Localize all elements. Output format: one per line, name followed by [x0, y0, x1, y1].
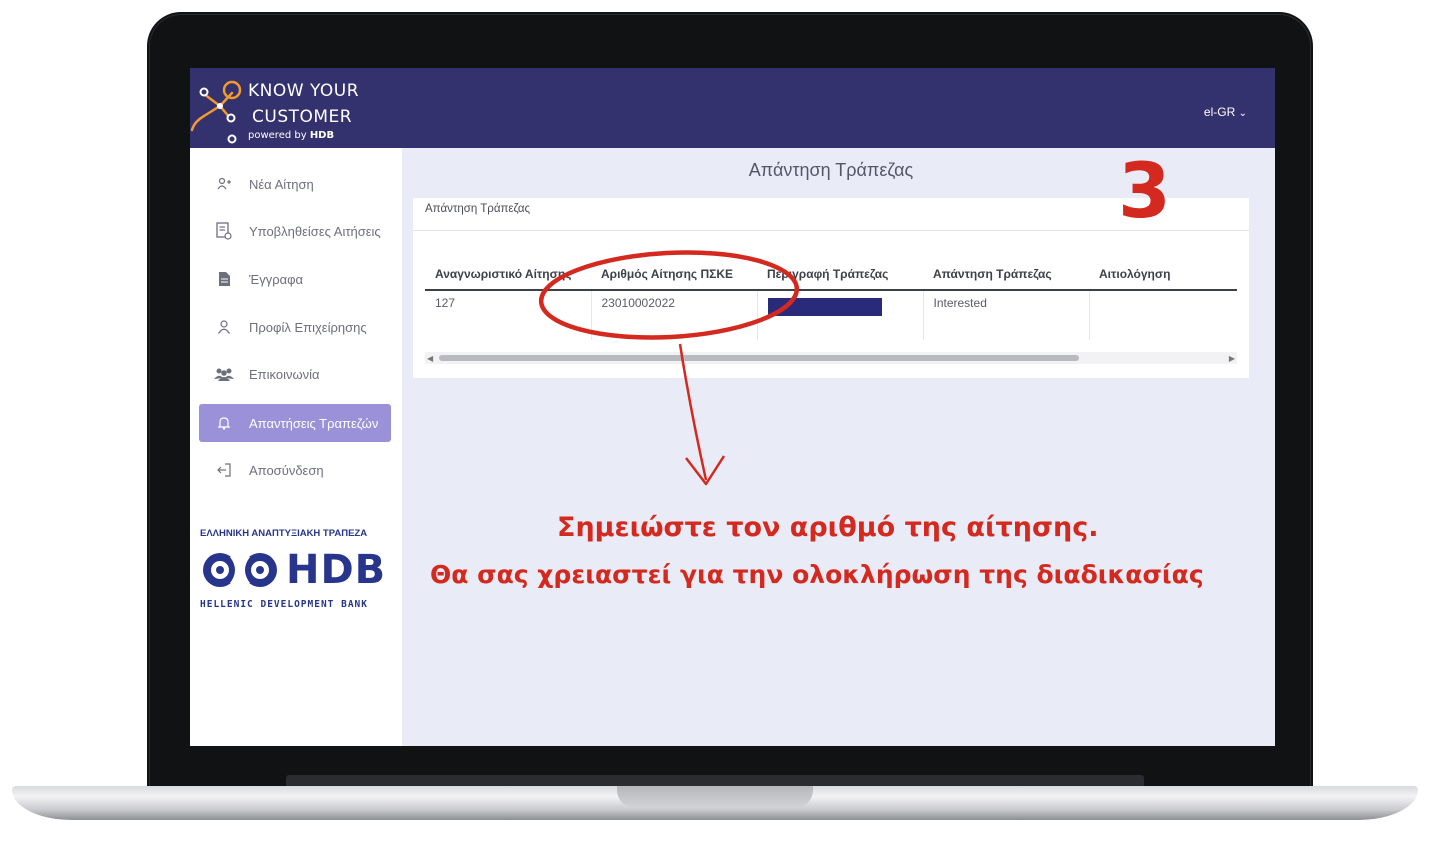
sidebar: Νέα Αίτηση Υποβληθείσες Αιτήσεις Έγγραφα… [190, 148, 402, 746]
hdb-logo-greek-name: ΕΛΛΗΝΙΚΗ ΑΝΑΠΤΥΞΙΑΚΗ ΤΡΑΠΕΖΑ [200, 528, 368, 539]
logo-powered-by: powered by HDB [248, 130, 334, 141]
app-header: KNOW YOUR CUSTOMER powered by HDB el-GR … [190, 68, 1275, 148]
table-header-row: Αναγνωριστικό Αίτησης Αριθμός Αίτησης ΠΣ… [425, 258, 1237, 291]
sidebar-item-business-profile[interactable]: Προφίλ Επιχείρησης [199, 308, 391, 346]
sidebar-item-logout[interactable]: Αποσύνδεση [199, 451, 391, 489]
powered-by-prefix: powered by [248, 130, 310, 141]
table-cell: 23010002022 [591, 290, 758, 340]
hdb-logo-text: HDB [286, 547, 387, 593]
annotation-note-line1: Σημειώστε τον αριθμό της αίτησης. [557, 512, 1099, 543]
table-cell: 127 [425, 290, 592, 340]
redacted-bank-description [767, 298, 882, 316]
sidebar-item-label: Νέα Αίτηση [249, 176, 314, 192]
language-value: el-GR [1203, 105, 1236, 119]
sidebar-item-label: Υποβληθείσες Αιτήσεις [249, 223, 381, 239]
document-list-icon [199, 222, 249, 240]
sidebar-item-contact[interactable]: Επικοινωνία [199, 355, 391, 393]
card-label: Απάντηση Τράπεζας [425, 203, 531, 215]
bank-response-table: Αναγνωριστικό Αίτησης Αριθμός Αίτησης ΠΣ… [425, 258, 1237, 340]
table-cell [757, 290, 924, 340]
scroll-thumb[interactable] [439, 355, 1079, 361]
sidebar-item-submitted-applications[interactable]: Υποβληθείσες Αιτήσεις [199, 212, 391, 250]
chevron-down-icon: ⌄ [1238, 108, 1247, 119]
table-cell [1089, 290, 1237, 340]
column-header[interactable]: Περιγραφή Τράπεζας [757, 258, 923, 291]
sidebar-item-label: Έγγραφα [249, 271, 304, 287]
sidebar-item-label: Απαντήσεις Τραπεζών [249, 415, 379, 431]
sidebar-item-label: Προφίλ Επιχείρησης [249, 319, 367, 335]
annotation-arrow-head [685, 455, 726, 486]
laptop-notch [617, 786, 813, 808]
kyc-logo-icon [190, 80, 242, 144]
bell-icon [199, 416, 249, 430]
table-row[interactable]: 127 23010002022 Interested [425, 290, 1237, 340]
hdb-logo-english-name: HELLENIC DEVELOPMENT BANK [200, 599, 368, 610]
hdb-logo-mark: HDB [200, 547, 390, 593]
hdb-bank-logo: ΕΛΛΗΝΙΚΗ ΑΝΑΠΤΥΞΙΑΚΗ ΤΡΑΠΕΖΑ HDB HELLENI… [200, 528, 390, 610]
step-number: 3 [1118, 146, 1171, 235]
logo-text-line1: KNOW YOUR [248, 81, 360, 101]
document-icon [199, 272, 249, 286]
laptop-mockup: KNOW YOUR CUSTOMER powered by HDB el-GR … [0, 0, 1430, 843]
column-header[interactable]: Αναγνωριστικό Αίτησης [425, 258, 591, 291]
scroll-left-arrow-icon[interactable]: ◀ [427, 354, 433, 363]
user-icon [199, 320, 249, 334]
horizontal-scrollbar[interactable]: ◀ ▶ [425, 352, 1237, 364]
column-header[interactable]: Αιτιολόγηση [1089, 258, 1237, 291]
language-selector[interactable]: el-GR ⌄ [1204, 105, 1247, 119]
app-screen: KNOW YOUR CUSTOMER powered by HDB el-GR … [190, 68, 1275, 746]
powered-by-brand: HDB [309, 130, 335, 141]
column-header[interactable]: Απάντηση Τράπεζας [923, 258, 1089, 291]
scroll-right-arrow-icon[interactable]: ▶ [1229, 354, 1235, 363]
hdb-emblem-icon [203, 553, 277, 587]
column-header[interactable]: Αριθμός Αίτησης ΠΣΚΕ [591, 258, 757, 291]
table-cell: Interested [923, 290, 1090, 340]
sidebar-item-documents[interactable]: Έγγραφα [199, 260, 391, 298]
sidebar-item-label: Επικοινωνία [249, 366, 320, 382]
sidebar-item-new-application[interactable]: Νέα Αίτηση [199, 165, 391, 203]
group-icon [199, 367, 249, 381]
add-user-icon [199, 177, 249, 191]
laptop-hinge [286, 775, 1144, 786]
annotation-note-line2: Θα σας χρειαστεί για την ολοκλήρωση της … [430, 560, 1204, 589]
sidebar-item-label: Αποσύνδεση [249, 462, 324, 478]
logout-icon [199, 463, 249, 477]
logo-text-line2: CUSTOMER [252, 107, 353, 127]
sidebar-item-bank-responses[interactable]: Απαντήσεις Τραπεζών [199, 404, 391, 442]
